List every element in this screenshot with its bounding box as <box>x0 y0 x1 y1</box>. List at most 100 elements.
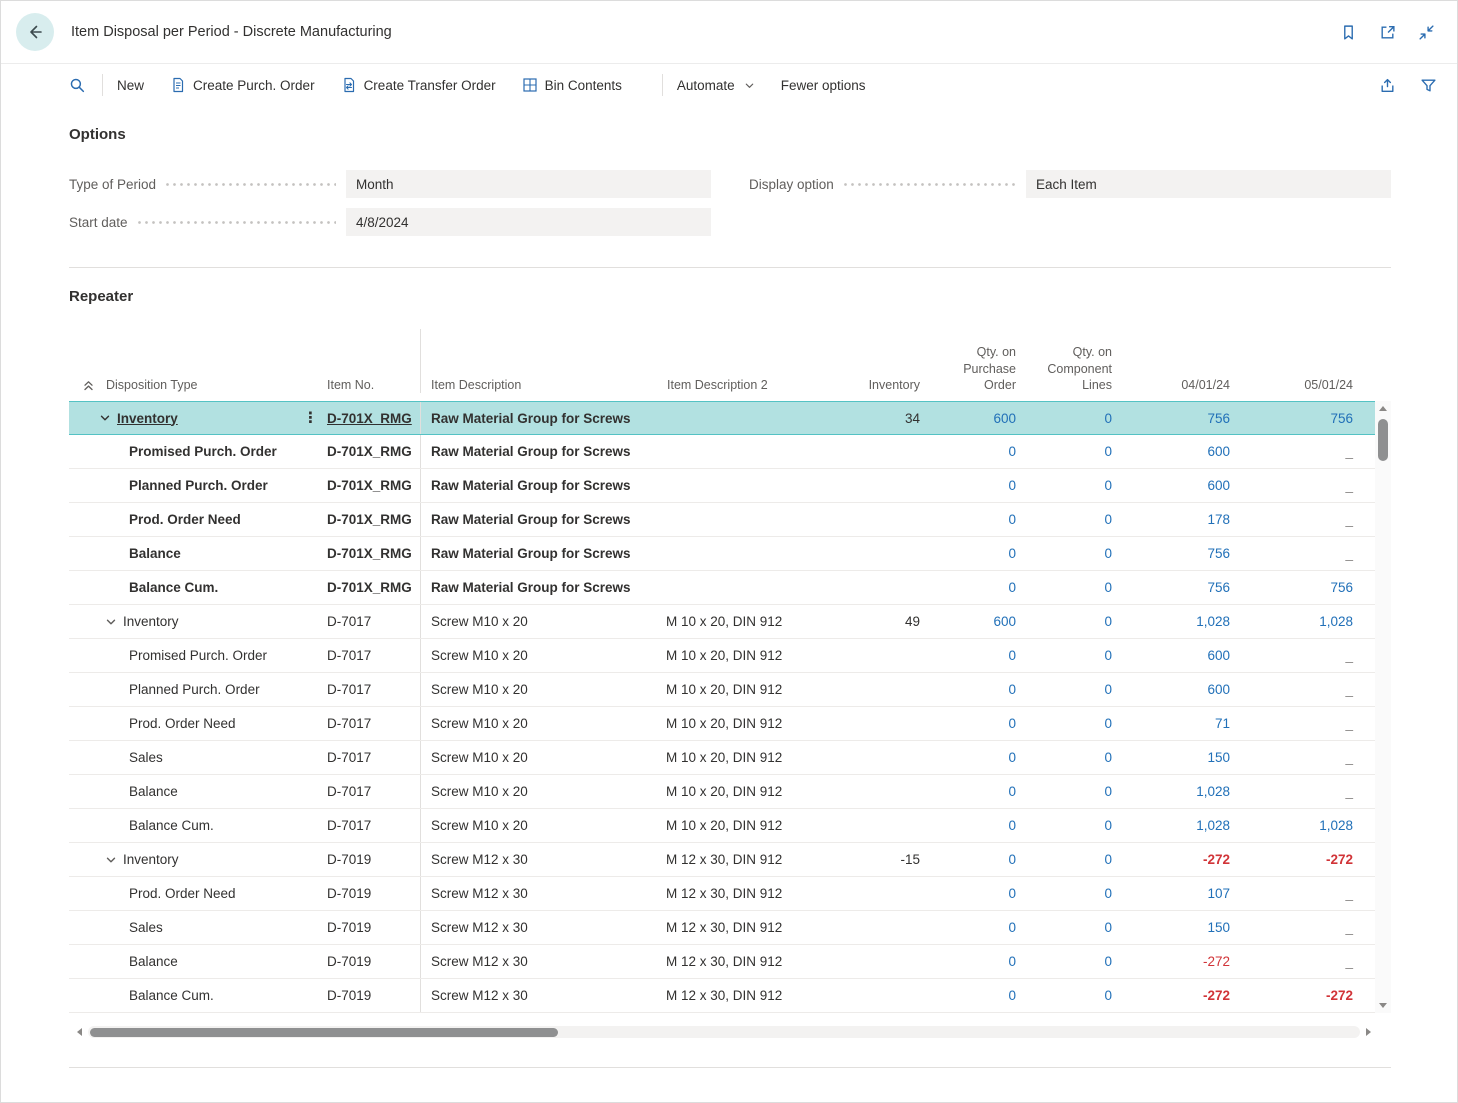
table-row[interactable]: Balance Cum.D-7019Screw M12 x 30M 12 x 3… <box>69 979 1375 1013</box>
qty-component-lines-cell[interactable]: 0 <box>1031 920 1127 935</box>
horizontal-scrollbar-thumb[interactable] <box>90 1028 558 1037</box>
qty-component-lines-cell[interactable]: 0 <box>1031 411 1127 426</box>
qty-component-lines-cell[interactable]: 0 <box>1031 818 1127 833</box>
qty-component-lines-cell[interactable]: 0 <box>1031 716 1127 731</box>
column-header-period-2[interactable]: 05/01/24 <box>1245 377 1375 393</box>
table-row[interactable]: BalanceD-7017Screw M10 x 20M 10 x 20, DI… <box>69 775 1375 809</box>
qty-purchase-order-cell[interactable]: 0 <box>935 512 1031 527</box>
item-no-link[interactable]: D-7017 <box>327 750 371 765</box>
table-row[interactable]: Prod. Order NeedD-701X_RMGRaw Material G… <box>69 503 1375 537</box>
period-1-cell[interactable]: 600 <box>1127 648 1245 663</box>
period-2-cell[interactable]: 756 <box>1245 411 1375 426</box>
qty-component-lines-cell[interactable]: 0 <box>1031 954 1127 969</box>
period-1-cell[interactable]: 1,028 <box>1127 818 1245 833</box>
period-2-cell[interactable]: 756 <box>1245 580 1375 595</box>
table-row[interactable]: InventoryD-7017Screw M10 x 20M 10 x 20, … <box>69 605 1375 639</box>
qty-purchase-order-cell[interactable]: 0 <box>935 750 1031 765</box>
filter-icon[interactable] <box>1420 77 1437 94</box>
scroll-down-arrow-icon[interactable] <box>1379 1003 1387 1008</box>
row-menu-icon[interactable]: ⋮ <box>303 411 317 426</box>
period-1-cell[interactable]: 1,028 <box>1127 614 1245 629</box>
column-header-qty-purchase-order[interactable]: Qty. on Purchase Order <box>935 344 1031 393</box>
item-no-link[interactable]: D-7019 <box>327 954 371 969</box>
qty-purchase-order-cell[interactable]: 0 <box>935 784 1031 799</box>
qty-component-lines-cell[interactable]: 0 <box>1031 580 1127 595</box>
item-no-link[interactable]: D-7019 <box>327 886 371 901</box>
type-of-period-input[interactable] <box>346 170 711 198</box>
period-1-cell[interactable]: 178 <box>1127 512 1245 527</box>
period-1-cell[interactable]: 600 <box>1127 478 1245 493</box>
period-1-cell[interactable]: 150 <box>1127 750 1245 765</box>
chevron-down-icon[interactable] <box>99 412 111 424</box>
create-transfer-order-button[interactable]: Create Transfer Order <box>341 77 496 93</box>
qty-purchase-order-cell[interactable]: 0 <box>935 716 1031 731</box>
qty-component-lines-cell[interactable]: 0 <box>1031 852 1127 867</box>
column-header-item-description-2[interactable]: Item Description 2 <box>657 377 847 393</box>
qty-component-lines-cell[interactable]: 0 <box>1031 988 1127 1003</box>
qty-component-lines-cell[interactable]: 0 <box>1031 478 1127 493</box>
table-row[interactable]: InventoryD-7019Screw M12 x 30M 12 x 30, … <box>69 843 1375 877</box>
period-2-cell[interactable]: 1,028 <box>1245 614 1375 629</box>
period-1-cell[interactable]: 756 <box>1127 546 1245 561</box>
qty-component-lines-cell[interactable]: 0 <box>1031 784 1127 799</box>
item-no-link[interactable]: D-7019 <box>327 920 371 935</box>
table-row[interactable]: Prod. Order NeedD-7017Screw M10 x 20M 10… <box>69 707 1375 741</box>
automate-menu-button[interactable]: Automate <box>677 78 755 93</box>
period-1-cell[interactable]: 150 <box>1127 920 1245 935</box>
qty-component-lines-cell[interactable]: 0 <box>1031 614 1127 629</box>
period-2-cell[interactable]: 1,028 <box>1245 818 1375 833</box>
qty-component-lines-cell[interactable]: 0 <box>1031 682 1127 697</box>
period-1-cell[interactable]: 1,028 <box>1127 784 1245 799</box>
period-1-cell[interactable]: -272 <box>1127 988 1245 1003</box>
qty-purchase-order-cell[interactable]: 0 <box>935 444 1031 459</box>
scroll-left-arrow-icon[interactable] <box>77 1028 82 1036</box>
horizontal-scrollbar[interactable] <box>69 1025 1375 1039</box>
chevron-down-icon[interactable] <box>105 854 117 866</box>
item-no-link[interactable]: D-701X_RMG <box>327 546 412 561</box>
qty-purchase-order-cell[interactable]: 0 <box>935 954 1031 969</box>
period-1-cell[interactable]: 756 <box>1127 580 1245 595</box>
table-row[interactable]: Inventory⋮D-701X_RMGRaw Material Group f… <box>69 401 1375 435</box>
chevron-down-icon[interactable] <box>105 616 117 628</box>
qty-purchase-order-cell[interactable]: 0 <box>935 682 1031 697</box>
table-row[interactable]: BalanceD-701X_RMGRaw Material Group for … <box>69 537 1375 571</box>
table-row[interactable]: Promised Purch. OrderD-7017Screw M10 x 2… <box>69 639 1375 673</box>
period-2-cell[interactable]: -272 <box>1245 988 1375 1003</box>
qty-component-lines-cell[interactable]: 0 <box>1031 886 1127 901</box>
back-button[interactable] <box>16 13 54 51</box>
vertical-scrollbar[interactable] <box>1375 401 1391 1013</box>
period-1-cell[interactable]: -272 <box>1127 852 1245 867</box>
column-header-period-1[interactable]: 04/01/24 <box>1127 377 1245 393</box>
item-no-link[interactable]: D-7019 <box>327 852 371 867</box>
period-1-cell[interactable]: 600 <box>1127 444 1245 459</box>
new-button[interactable]: New <box>117 78 144 93</box>
item-no-link[interactable]: D-701X_RMG <box>327 512 412 527</box>
table-row[interactable]: Balance Cum.D-701X_RMGRaw Material Group… <box>69 571 1375 605</box>
period-1-cell[interactable]: 600 <box>1127 682 1245 697</box>
item-no-link[interactable]: D-7019 <box>327 988 371 1003</box>
period-1-cell[interactable]: 107 <box>1127 886 1245 901</box>
item-no-link[interactable]: D-701X_RMG <box>327 411 412 426</box>
qty-purchase-order-cell[interactable]: 600 <box>935 614 1031 629</box>
bin-contents-button[interactable]: Bin Contents <box>522 77 622 93</box>
collapse-window-icon[interactable] <box>1418 24 1435 41</box>
column-header-item-no[interactable]: Item No. <box>317 329 421 393</box>
item-no-link[interactable]: D-7017 <box>327 716 371 731</box>
horizontal-scrollbar-track[interactable] <box>88 1026 1360 1038</box>
scroll-up-arrow-icon[interactable] <box>1379 406 1387 411</box>
open-in-new-window-icon[interactable] <box>1379 24 1396 41</box>
fewer-options-button[interactable]: Fewer options <box>781 78 866 93</box>
collapse-all-rows-icon[interactable] <box>82 379 95 392</box>
period-1-cell[interactable]: 71 <box>1127 716 1245 731</box>
qty-component-lines-cell[interactable]: 0 <box>1031 512 1127 527</box>
disposition-type-label[interactable]: Inventory <box>123 614 179 629</box>
qty-component-lines-cell[interactable]: 0 <box>1031 750 1127 765</box>
table-row[interactable]: Prod. Order NeedD-7019Screw M12 x 30M 12… <box>69 877 1375 911</box>
qty-purchase-order-cell[interactable]: 0 <box>935 818 1031 833</box>
qty-component-lines-cell[interactable]: 0 <box>1031 444 1127 459</box>
table-row[interactable]: Planned Purch. OrderD-7017Screw M10 x 20… <box>69 673 1375 707</box>
qty-purchase-order-cell[interactable]: 600 <box>935 411 1031 426</box>
disposition-type-label[interactable]: Inventory <box>117 411 178 426</box>
start-date-input[interactable] <box>346 208 711 236</box>
table-row[interactable]: SalesD-7019Screw M12 x 30M 12 x 30, DIN … <box>69 911 1375 945</box>
